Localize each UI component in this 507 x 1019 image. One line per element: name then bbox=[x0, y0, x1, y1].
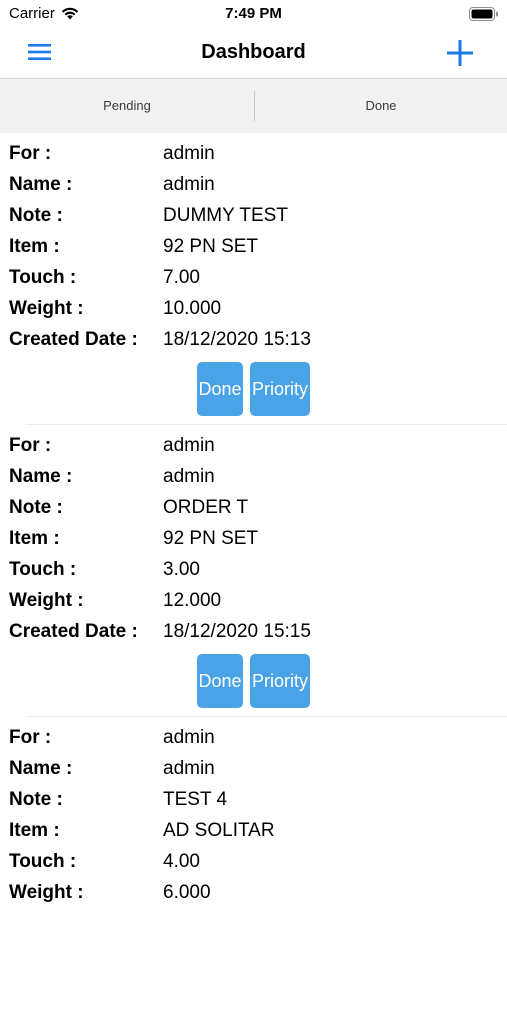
field-for: For : admin bbox=[0, 435, 507, 466]
field-for: For : admin bbox=[0, 143, 507, 174]
field-weight: Weight : 10.000 bbox=[0, 298, 507, 329]
field-touch: Touch : 4.00 bbox=[0, 851, 507, 882]
field-value: 18/12/2020 15:13 bbox=[163, 329, 311, 350]
field-label: Name : bbox=[9, 466, 73, 487]
card-divider bbox=[26, 716, 507, 717]
field-value: AD SOLITAR bbox=[163, 820, 275, 841]
field-note: Note : DUMMY TEST bbox=[0, 205, 507, 236]
field-value: 10.000 bbox=[163, 298, 222, 319]
field-name: Name : admin bbox=[0, 466, 507, 497]
field-note: Note : ORDER T bbox=[0, 497, 507, 528]
field-name: Name : admin bbox=[0, 174, 507, 205]
battery-icon bbox=[469, 7, 499, 25]
field-value: 92 PN SET bbox=[163, 236, 259, 257]
field-label: Touch : bbox=[9, 267, 77, 288]
field-label: Item : bbox=[9, 820, 60, 841]
status-bar: Carrier 7:49 PM bbox=[0, 0, 507, 28]
field-value: 6.000 bbox=[163, 882, 211, 903]
field-created-date: Created Date : 18/12/2020 15:15 bbox=[0, 621, 507, 652]
field-value: 7.00 bbox=[163, 267, 200, 288]
field-weight: Weight : 6.000 bbox=[0, 882, 507, 913]
done-button[interactable]: Done bbox=[197, 654, 243, 708]
field-label: Created Date : bbox=[9, 329, 138, 350]
field-value: 12.000 bbox=[163, 590, 222, 611]
field-label: Weight : bbox=[9, 590, 84, 611]
field-label: Name : bbox=[9, 758, 73, 779]
field-label: Note : bbox=[9, 789, 63, 810]
field-value: TEST 4 bbox=[163, 789, 228, 810]
field-value: DUMMY TEST bbox=[163, 205, 288, 226]
field-label: Created Date : bbox=[9, 621, 138, 642]
field-value: admin bbox=[163, 727, 215, 748]
field-label: Name : bbox=[9, 174, 73, 195]
field-touch: Touch : 7.00 bbox=[0, 267, 507, 298]
field-value: 3.00 bbox=[163, 559, 200, 580]
field-label: Note : bbox=[9, 205, 63, 226]
field-item: Item : AD SOLITAR bbox=[0, 820, 507, 851]
field-value: ORDER T bbox=[163, 497, 249, 518]
field-label: Weight : bbox=[9, 882, 84, 903]
priority-button[interactable]: Priority bbox=[250, 362, 310, 416]
order-list: For : admin Name : admin Note : DUMMY TE… bbox=[0, 143, 507, 1019]
field-item: Item : 92 PN SET bbox=[0, 528, 507, 559]
page-title: Dashboard bbox=[201, 41, 306, 63]
field-label: For : bbox=[9, 143, 52, 164]
field-weight: Weight : 12.000 bbox=[0, 590, 507, 621]
tab-pending[interactable]: Pending bbox=[0, 79, 254, 133]
segmented-control: Pending Done bbox=[0, 79, 507, 133]
navigation-bar: Dashboard bbox=[0, 28, 507, 79]
field-value: 18/12/2020 15:15 bbox=[163, 621, 311, 642]
field-label: Item : bbox=[9, 236, 60, 257]
field-value: 4.00 bbox=[163, 851, 200, 872]
field-touch: Touch : 3.00 bbox=[0, 559, 507, 590]
tab-done[interactable]: Done bbox=[255, 79, 507, 133]
order-card: For : admin Name : admin Note : TEST 4 I… bbox=[0, 727, 507, 1019]
plus-icon bbox=[447, 40, 473, 66]
field-value: admin bbox=[163, 435, 215, 456]
field-label: Item : bbox=[9, 528, 60, 549]
field-for: For : admin bbox=[0, 727, 507, 758]
field-label: For : bbox=[9, 727, 52, 748]
field-label: Touch : bbox=[9, 851, 77, 872]
add-button[interactable] bbox=[442, 36, 478, 70]
field-label: Note : bbox=[9, 497, 63, 518]
field-value: admin bbox=[163, 174, 215, 195]
order-card: For : admin Name : admin Note : ORDER T … bbox=[0, 435, 507, 727]
field-value: admin bbox=[163, 758, 215, 779]
field-value: 92 PN SET bbox=[163, 528, 259, 549]
order-card: For : admin Name : admin Note : DUMMY TE… bbox=[0, 143, 507, 435]
done-button[interactable]: Done bbox=[197, 362, 243, 416]
field-name: Name : admin bbox=[0, 758, 507, 789]
field-created-date: Created Date : 18/12/2020 15:13 bbox=[0, 329, 507, 360]
status-time: 7:49 PM bbox=[225, 5, 282, 22]
card-divider bbox=[26, 424, 507, 425]
field-note: Note : TEST 4 bbox=[0, 789, 507, 820]
field-label: For : bbox=[9, 435, 52, 456]
field-value: admin bbox=[163, 143, 215, 164]
field-item: Item : 92 PN SET bbox=[0, 236, 507, 267]
field-value: admin bbox=[163, 466, 215, 487]
field-label: Touch : bbox=[9, 559, 77, 580]
field-label: Weight : bbox=[9, 298, 84, 319]
priority-button[interactable]: Priority bbox=[250, 654, 310, 708]
